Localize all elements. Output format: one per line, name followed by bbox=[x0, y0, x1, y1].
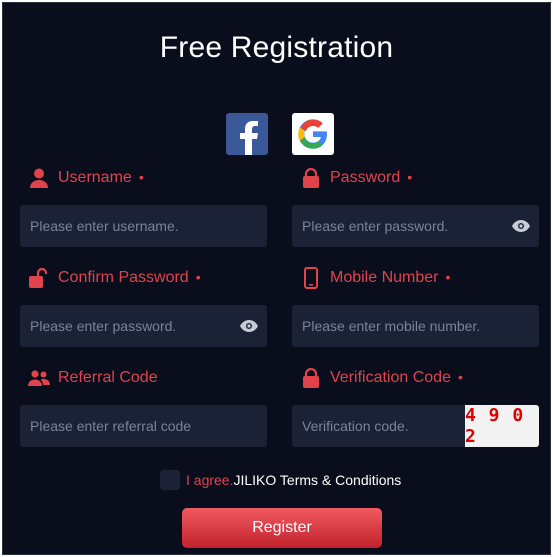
referral-code-label: Referral Code bbox=[58, 369, 158, 386]
mobile-number-field-group: Mobile Number • bbox=[292, 266, 539, 347]
page-frame: Free Registration Username • Please ente… bbox=[0, 0, 553, 557]
referral-code-input[interactable] bbox=[20, 405, 267, 447]
social-login-group bbox=[226, 113, 334, 155]
unlock-icon bbox=[28, 267, 50, 289]
registration-panel: Free Registration Username • Please ente… bbox=[2, 2, 551, 555]
username-field-group: Username • bbox=[20, 166, 267, 247]
facebook-icon bbox=[240, 121, 258, 155]
mobile-phone-icon bbox=[300, 267, 322, 289]
password-input[interactable] bbox=[292, 205, 539, 247]
terms-conditions-link[interactable]: JILIKO Terms & Conditions bbox=[233, 472, 401, 488]
facebook-login-button[interactable] bbox=[226, 113, 268, 155]
terms-agreement: I agree. JILIKO Terms & Conditions bbox=[160, 470, 401, 490]
mobile-number-label: Mobile Number bbox=[330, 269, 439, 286]
required-mark: • bbox=[195, 269, 201, 285]
required-mark: • bbox=[445, 269, 451, 285]
show-password-eye-icon[interactable] bbox=[511, 216, 531, 236]
google-icon bbox=[298, 119, 327, 149]
mobile-number-input[interactable] bbox=[292, 305, 539, 347]
verification-code-field-group: Verification Code • 4 9 0 2 bbox=[292, 366, 539, 447]
captcha-image[interactable]: 4 9 0 2 bbox=[465, 405, 539, 447]
google-login-button[interactable] bbox=[292, 113, 334, 155]
password-label: Password bbox=[330, 169, 401, 186]
confirm-password-input[interactable] bbox=[20, 305, 267, 347]
users-icon bbox=[28, 367, 50, 389]
confirm-password-field-group: Confirm Password • bbox=[20, 266, 267, 347]
lock-icon bbox=[300, 367, 322, 389]
username-input[interactable] bbox=[20, 205, 267, 247]
agree-prefix: I agree. bbox=[186, 472, 234, 488]
confirm-password-label: Confirm Password bbox=[58, 269, 189, 286]
lock-icon bbox=[300, 167, 322, 189]
referral-code-field-group: Referral Code bbox=[20, 366, 267, 447]
show-confirm-password-eye-icon[interactable] bbox=[239, 316, 259, 336]
register-button[interactable]: Register bbox=[182, 508, 382, 548]
required-mark: • bbox=[138, 169, 144, 185]
user-icon bbox=[28, 167, 50, 189]
required-mark: • bbox=[457, 369, 463, 385]
page-title: Free Registration bbox=[159, 31, 394, 64]
username-label: Username bbox=[58, 169, 132, 186]
password-field-group: Password • bbox=[292, 166, 539, 247]
terms-checkbox[interactable] bbox=[160, 470, 180, 490]
required-mark: • bbox=[407, 169, 413, 185]
verification-code-label: Verification Code bbox=[330, 369, 451, 386]
